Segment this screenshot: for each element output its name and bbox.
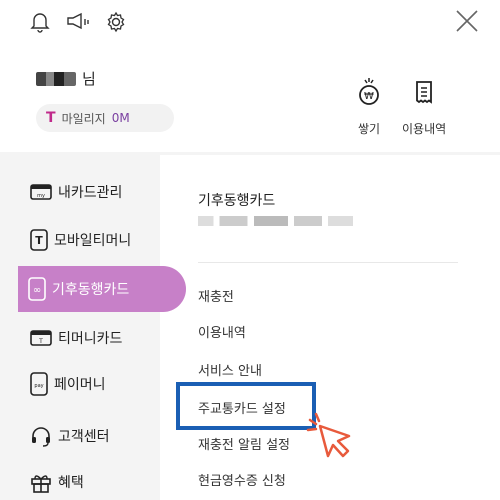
sidebar-item-label: 고객센터 bbox=[58, 429, 110, 445]
highlight-box bbox=[176, 382, 316, 430]
coin-icon: ₩ bbox=[359, 78, 379, 105]
svg-text:pay: pay bbox=[34, 383, 43, 389]
mileage-value: 0M bbox=[111, 111, 130, 125]
svg-text:T: T bbox=[35, 234, 43, 247]
menu-usage-history[interactable]: 이용내역 bbox=[198, 322, 246, 341]
sidebar-item-customer-center[interactable]: 고객센터 bbox=[30, 424, 110, 448]
phone-pay-icon: pay bbox=[30, 372, 48, 396]
quick-action-history[interactable]: 이용내역 bbox=[402, 76, 446, 137]
sidebar-item-benefits[interactable]: 혜택 bbox=[30, 470, 84, 494]
click-cursor-icon bbox=[306, 412, 351, 458]
sidebar-item-label: 티머니카드 bbox=[58, 331, 123, 347]
headset-icon bbox=[32, 427, 50, 447]
svg-text:my: my bbox=[37, 193, 45, 199]
sidebar-item-paymoney[interactable]: pay 페이머니 bbox=[30, 372, 106, 396]
mileage-badge[interactable]: T 마일리지 0M bbox=[36, 104, 174, 132]
gear-icon[interactable] bbox=[104, 10, 128, 34]
section-divider bbox=[198, 262, 458, 263]
masked-username bbox=[36, 71, 76, 86]
sidebar-item-label: 모바일티머니 bbox=[54, 233, 132, 249]
menu-recharge-alert-setting[interactable]: 재충전 알림 설정 bbox=[198, 434, 290, 453]
top-toolbar bbox=[28, 10, 128, 34]
quick-action-label: 이용내역 bbox=[402, 122, 447, 136]
sidebar-item-climate-card[interactable]: ∞ 기후동행카드 bbox=[18, 266, 186, 312]
bell-icon[interactable] bbox=[28, 10, 52, 34]
svg-text:₩: ₩ bbox=[364, 91, 374, 102]
sidebar-item-label: 기후동행카드 bbox=[52, 282, 130, 298]
masked-card-number bbox=[198, 216, 353, 226]
card-my-icon: my bbox=[30, 184, 52, 200]
mileage-label: 마일리지 bbox=[61, 111, 106, 126]
close-icon[interactable] bbox=[454, 8, 482, 36]
svg-text:∞: ∞ bbox=[33, 285, 41, 296]
menu-recharge[interactable]: 재충전 bbox=[198, 286, 234, 305]
sidebar-item-mobile-tmoney[interactable]: T 모바일티머니 bbox=[30, 228, 131, 252]
menu-cash-receipt[interactable]: 현금영수증 신청 bbox=[198, 470, 286, 489]
sidebar-item-label: 혜택 bbox=[58, 475, 84, 491]
gift-icon bbox=[31, 475, 51, 493]
card-t-icon: T bbox=[30, 330, 52, 346]
sidebar-item-tmoney-card[interactable]: T 티머니카드 bbox=[30, 326, 122, 350]
menu-service-guide[interactable]: 서비스 안내 bbox=[198, 360, 262, 379]
phone-infinity-icon: ∞ bbox=[28, 277, 46, 301]
receipt-icon bbox=[416, 81, 432, 104]
megaphone-icon[interactable] bbox=[66, 10, 90, 34]
sidebar-item-label: 페이머니 bbox=[54, 377, 106, 393]
svg-text:T: T bbox=[38, 338, 43, 345]
t-logo-icon: T bbox=[46, 110, 56, 126]
quick-action-earn[interactable]: ₩ 쌓기 bbox=[356, 76, 382, 137]
mobile-t-icon: T bbox=[30, 229, 48, 251]
card-title: 기후동행카드 bbox=[198, 193, 276, 209]
user-suffix: 님 bbox=[82, 70, 96, 88]
user-greeting: 님 bbox=[36, 68, 96, 89]
sidebar-item-my-cards[interactable]: my 내카드관리 bbox=[30, 180, 122, 204]
quick-action-label: 쌓기 bbox=[357, 122, 381, 136]
sidebar-item-label: 내카드관리 bbox=[58, 185, 123, 201]
